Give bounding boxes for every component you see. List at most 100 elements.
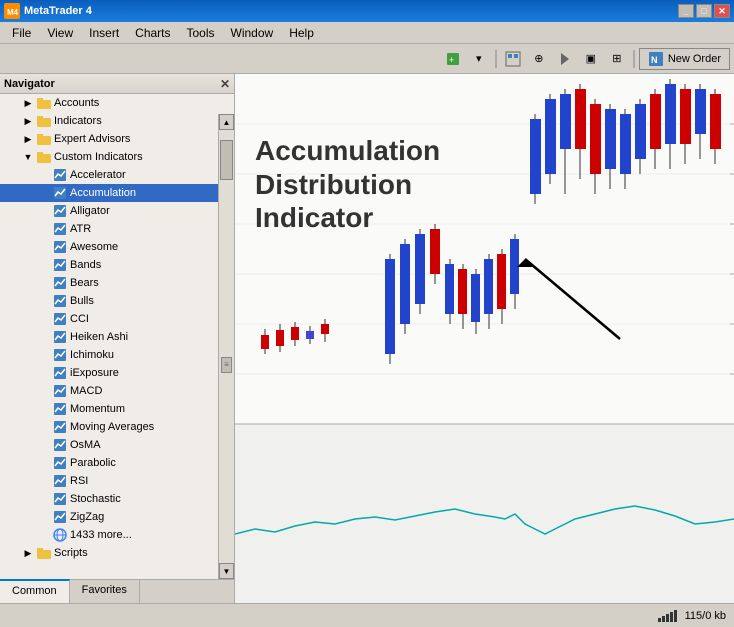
menu-charts[interactable]: Charts bbox=[127, 24, 178, 42]
folder-icon-indicators bbox=[36, 113, 52, 129]
tree-item-scripts[interactable]: ▶ Scripts bbox=[0, 544, 234, 562]
tree-item-awesome[interactable]: Awesome bbox=[0, 238, 234, 256]
bar-1 bbox=[658, 618, 661, 622]
alligator-label: Alligator bbox=[70, 205, 110, 217]
tree-item-rsi[interactable]: RSI bbox=[0, 472, 234, 490]
tree-item-bulls[interactable]: Bulls bbox=[0, 292, 234, 310]
tree-item-momentum[interactable]: Momentum bbox=[0, 400, 234, 418]
annotation-text: Accumulation Distribution Indicator bbox=[255, 134, 440, 235]
tree-item-alligator[interactable]: Alligator bbox=[0, 202, 234, 220]
indicator-icon-atr bbox=[52, 221, 68, 237]
bears-label: Bears bbox=[70, 277, 99, 289]
parabolic-label: Parabolic bbox=[70, 457, 116, 469]
toolbar-btn-2[interactable]: ▾ bbox=[467, 48, 491, 70]
tree-item-accumulation[interactable]: Accumulation bbox=[0, 184, 234, 202]
tree-item-moving-averages[interactable]: Moving Averages bbox=[0, 418, 234, 436]
bar-4 bbox=[670, 612, 673, 622]
tree-item-iexposure[interactable]: iExposure bbox=[0, 364, 234, 382]
tree-item-osma[interactable]: OsMA bbox=[0, 436, 234, 454]
menu-insert[interactable]: Insert bbox=[81, 24, 127, 42]
menu-bar: File View Insert Charts Tools Window Hel… bbox=[0, 22, 734, 44]
chart-area[interactable]: Accumulation Distribution Indicator bbox=[235, 74, 734, 603]
bulls-label: Bulls bbox=[70, 295, 94, 307]
tree-scroll[interactable]: ▶ Accounts ▶ bbox=[0, 94, 234, 579]
awesome-label: Awesome bbox=[70, 241, 118, 253]
signal-bars bbox=[658, 610, 677, 622]
navigator-tree: ▶ Accounts ▶ bbox=[0, 94, 234, 579]
expand-ci[interactable]: ▼ bbox=[20, 149, 36, 165]
expand-ea[interactable]: ▶ bbox=[20, 131, 36, 147]
scrollbar-thumb[interactable] bbox=[220, 140, 233, 180]
expand-accelerator bbox=[36, 167, 52, 183]
menu-tools[interactable]: Tools bbox=[179, 24, 223, 42]
tree-item-stochastic[interactable]: Stochastic bbox=[0, 490, 234, 508]
toolbar-btn-4[interactable] bbox=[553, 48, 577, 70]
tree-item-parabolic[interactable]: Parabolic bbox=[0, 454, 234, 472]
heiken-label: Heiken Ashi bbox=[70, 331, 128, 343]
maximize-button[interactable]: □ bbox=[696, 4, 712, 18]
annotation-line2: Distribution bbox=[255, 168, 440, 202]
toolbar-btn-1[interactable]: + bbox=[441, 48, 465, 70]
tab-common[interactable]: Common bbox=[0, 579, 70, 603]
expand-accounts[interactable]: ▶ bbox=[20, 95, 36, 111]
tree-item-bears[interactable]: Bears bbox=[0, 274, 234, 292]
toolbar-btn-6[interactable]: ⊞ bbox=[605, 48, 629, 70]
tree-item-custom-indicators[interactable]: ▼ Custom Indicators bbox=[0, 148, 234, 166]
annotation-line1: Accumulation bbox=[255, 134, 440, 168]
tree-item-indicators[interactable]: ▶ Indicators bbox=[0, 112, 234, 130]
tree-item-bands[interactable]: Bands bbox=[0, 256, 234, 274]
indicator-icon-bulls bbox=[52, 293, 68, 309]
indicator-icon-ichimoku bbox=[52, 347, 68, 363]
indicators-label: Indicators bbox=[54, 115, 102, 127]
toolbar-btn-5[interactable]: ▣ bbox=[579, 48, 603, 70]
tree-item-accounts[interactable]: ▶ Accounts bbox=[0, 94, 234, 112]
tree-item-heiken-ashi[interactable]: Heiken Ashi bbox=[0, 328, 234, 346]
close-button[interactable]: ✕ bbox=[714, 4, 730, 18]
navigator-title: Navigator bbox=[4, 78, 55, 90]
toolbar-btn-crosshair[interactable]: ⊕ bbox=[527, 48, 551, 70]
indicator-icon-bears bbox=[52, 275, 68, 291]
expand-accumulation bbox=[36, 185, 52, 201]
scrollbar-up[interactable]: ▲ bbox=[219, 114, 234, 130]
accumulation-label: Accumulation bbox=[70, 187, 136, 199]
rsi-label: RSI bbox=[70, 475, 88, 487]
tree-item-macd[interactable]: MACD bbox=[0, 382, 234, 400]
indicator-icon-ma bbox=[52, 419, 68, 435]
expand-indicators[interactable]: ▶ bbox=[20, 113, 36, 129]
title-bar-controls[interactable]: _ □ ✕ bbox=[678, 4, 730, 18]
accelerator-label: Accelerator bbox=[70, 169, 126, 181]
new-order-button[interactable]: N New Order bbox=[639, 48, 730, 70]
menu-window[interactable]: Window bbox=[223, 24, 282, 42]
indicator-icon-awesome bbox=[52, 239, 68, 255]
tree-item-more[interactable]: 1433 more... bbox=[0, 526, 234, 544]
minimize-button[interactable]: _ bbox=[678, 4, 694, 18]
expand-scripts[interactable]: ▶ bbox=[20, 545, 36, 561]
indicator-icon-rsi bbox=[52, 473, 68, 489]
svg-text:N: N bbox=[651, 55, 658, 65]
tree-item-accelerator[interactable]: Accelerator bbox=[0, 166, 234, 184]
toolbar-btn-3[interactable] bbox=[501, 48, 525, 70]
indicator-icon-accumulation bbox=[52, 185, 68, 201]
menu-file[interactable]: File bbox=[4, 24, 39, 42]
tab-favorites[interactable]: Favorites bbox=[70, 580, 140, 603]
menu-view[interactable]: View bbox=[39, 24, 81, 42]
scrollbar-down[interactable]: ▼ bbox=[219, 563, 234, 579]
osma-label: OsMA bbox=[70, 439, 101, 451]
tree-item-ichimoku[interactable]: Ichimoku bbox=[0, 346, 234, 364]
tree-item-expert-advisors[interactable]: ▶ Expert Advisors bbox=[0, 130, 234, 148]
globe-icon-more bbox=[52, 527, 68, 543]
tree-item-zigzag[interactable]: ZigZag bbox=[0, 508, 234, 526]
menu-help[interactable]: Help bbox=[281, 24, 322, 42]
indicator-icon-macd bbox=[52, 383, 68, 399]
bands-label: Bands bbox=[70, 259, 101, 271]
toolbar: + ▾ ⊕ ▣ ⊞ N New Order bbox=[0, 44, 734, 74]
app-icon: M4 bbox=[4, 3, 20, 19]
navigator-close-button[interactable]: ✕ bbox=[220, 77, 230, 91]
momentum-label: Momentum bbox=[70, 403, 125, 415]
tree-item-atr[interactable]: ATR bbox=[0, 220, 234, 238]
indicator-icon-accelerator bbox=[52, 167, 68, 183]
svg-text:M4: M4 bbox=[7, 8, 19, 17]
svg-text:+: + bbox=[449, 55, 454, 65]
navigator-scrollbar[interactable]: ▲ ≡ ▼ bbox=[218, 114, 234, 579]
tree-item-cci[interactable]: CCI bbox=[0, 310, 234, 328]
